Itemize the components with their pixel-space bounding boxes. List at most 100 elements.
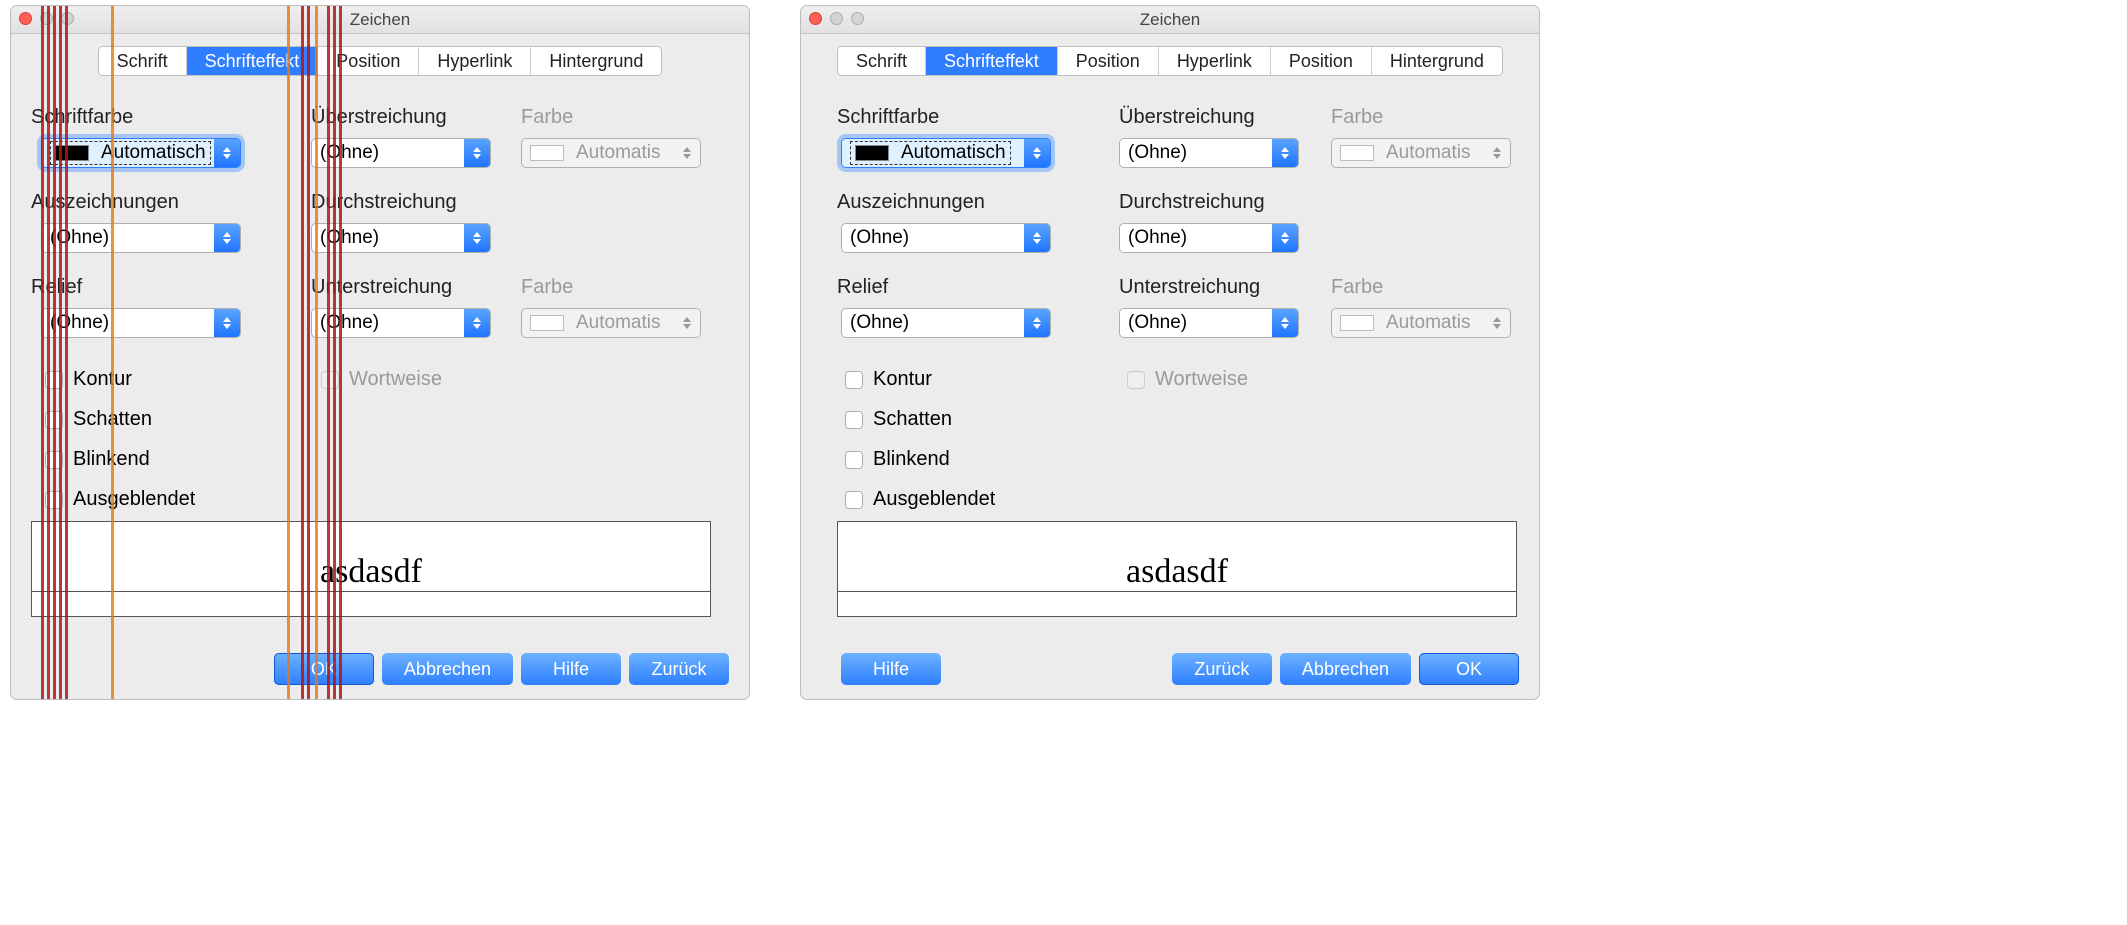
content: Schriftfarbe Automatisch Auszeichnungen … — [11, 76, 749, 687]
tab-schrift[interactable]: Schrift — [838, 47, 926, 75]
overlay-guide-line — [327, 6, 330, 699]
combo-strike[interactable]: (Ohne) — [1119, 223, 1299, 253]
checkbox-blinking[interactable]: Blinkend — [845, 448, 950, 471]
checkbox-shadow[interactable]: Schatten — [845, 408, 952, 431]
label-underline: Unterstreichung — [1119, 276, 1260, 299]
titlebar: Zeichen — [11, 6, 749, 34]
tab-hintergrund[interactable]: Hintergrund — [1372, 47, 1502, 75]
chevron-updown-icon — [1024, 139, 1050, 167]
chevron-updown-icon — [1484, 309, 1510, 337]
overlay-guide-line — [301, 6, 304, 699]
chevron-updown-icon — [464, 224, 490, 252]
cancel-button[interactable]: Abbrechen — [1280, 653, 1411, 685]
window-title: Zeichen — [801, 10, 1539, 30]
tab-strip: Schrift Schrifteffekt Position Hyperlink… — [11, 34, 749, 76]
zoom-icon[interactable] — [851, 12, 864, 25]
chevron-updown-icon — [1024, 309, 1050, 337]
overlay-guide-line — [307, 6, 310, 699]
overlay-guide-line — [59, 6, 62, 699]
tab-hyperlink[interactable]: Hyperlink — [1159, 47, 1271, 75]
cancel-button[interactable]: Abbrechen — [382, 653, 513, 685]
combo-value: Automatis — [576, 312, 660, 334]
chevron-updown-icon — [214, 139, 240, 167]
combo-fontcolor[interactable]: Automatisch — [41, 138, 241, 168]
checkbox-label: Ausgeblendet — [873, 488, 995, 511]
preview-text: asdasdf — [838, 553, 1516, 592]
label-relief: Relief — [837, 276, 888, 299]
chevron-updown-icon — [1272, 139, 1298, 167]
label-relief: Relief — [31, 276, 82, 299]
chevron-updown-icon — [674, 309, 700, 337]
traffic-lights — [809, 12, 864, 25]
close-icon[interactable] — [809, 12, 822, 25]
checkbox-label: Kontur — [873, 368, 932, 391]
checkbox-outline[interactable]: Kontur — [845, 368, 932, 391]
combo-strike[interactable]: (Ohne) — [311, 223, 491, 253]
overlay-guide-line — [315, 6, 318, 699]
chevron-updown-icon — [214, 224, 240, 252]
chevron-updown-icon — [464, 309, 490, 337]
combo-underline[interactable]: (Ohne) — [311, 308, 491, 338]
label-underline-color: Farbe — [1331, 276, 1383, 299]
reset-button[interactable]: Zurück — [629, 653, 729, 685]
reset-button[interactable]: Zurück — [1172, 653, 1272, 685]
combo-value: (Ohne) — [850, 312, 909, 334]
checkbox-icon — [845, 491, 863, 509]
minimize-icon[interactable] — [830, 12, 843, 25]
label-fontcolor: Schriftfarbe — [837, 106, 939, 129]
overlay-guide-line — [333, 6, 336, 699]
combo-fontcolor[interactable]: Automatisch — [841, 138, 1051, 168]
combo-value: (Ohne) — [850, 227, 909, 249]
tab-schrifteffekt[interactable]: Schrifteffekt — [187, 47, 319, 75]
overlay-guide-line — [287, 6, 290, 699]
chevron-updown-icon — [214, 309, 240, 337]
checkbox-label: Kontur — [73, 368, 132, 391]
chevron-updown-icon — [464, 139, 490, 167]
checkbox-label: Schatten — [873, 408, 952, 431]
dialog-right: Zeichen Schrift Schrifteffekt Position H… — [800, 5, 1540, 700]
color-swatch — [1340, 145, 1374, 161]
tab-position-2[interactable]: Position — [1271, 47, 1372, 75]
checkbox-icon — [321, 371, 339, 389]
checkbox-icon — [845, 411, 863, 429]
combo-value: Automatis — [1386, 312, 1470, 334]
overlay-guide-line — [47, 6, 50, 699]
combo-underline-color: Automatis — [1331, 308, 1511, 338]
checkbox-hidden[interactable]: Ausgeblendet — [845, 488, 995, 511]
titlebar: Zeichen — [801, 6, 1539, 34]
combo-overline-color: Automatis — [1331, 138, 1511, 168]
combo-emphasis[interactable]: (Ohne) — [41, 223, 241, 253]
close-icon[interactable] — [19, 12, 32, 25]
combo-emphasis[interactable]: (Ohne) — [841, 223, 1051, 253]
help-button[interactable]: Hilfe — [841, 653, 941, 685]
window-title: Zeichen — [11, 10, 749, 30]
color-swatch — [530, 145, 564, 161]
tab-strip: Schrift Schrifteffekt Position Hyperlink… — [801, 34, 1539, 76]
tab-schrifteffekt[interactable]: Schrifteffekt — [926, 47, 1058, 75]
chevron-updown-icon — [1272, 309, 1298, 337]
chevron-updown-icon — [1272, 224, 1298, 252]
combo-underline[interactable]: (Ohne) — [1119, 308, 1299, 338]
overlay-guide-line — [65, 6, 68, 699]
checkbox-wordonly: Wortweise — [1127, 368, 1248, 391]
checkbox-icon — [845, 451, 863, 469]
combo-value: Automatisch — [901, 142, 1006, 164]
combo-overline[interactable]: (Ohne) — [1119, 138, 1299, 168]
combo-value: Automatisch — [101, 142, 206, 164]
label-emphasis: Auszeichnungen — [837, 191, 985, 214]
combo-relief[interactable]: (Ohne) — [841, 308, 1051, 338]
preview-text: asdasdf — [32, 553, 710, 592]
checkbox-icon — [1127, 371, 1145, 389]
help-button[interactable]: Hilfe — [521, 653, 621, 685]
ok-button[interactable]: OK — [1419, 653, 1519, 685]
combo-relief[interactable]: (Ohne) — [41, 308, 241, 338]
label-overline: Überstreichung — [311, 106, 447, 129]
color-swatch — [1340, 315, 1374, 331]
combo-value: Automatis — [576, 142, 660, 164]
tab-hyperlink[interactable]: Hyperlink — [419, 47, 531, 75]
checkbox-label: Blinkend — [873, 448, 950, 471]
tab-hintergrund[interactable]: Hintergrund — [531, 47, 661, 75]
tab-position[interactable]: Position — [1058, 47, 1159, 75]
label-strike: Durchstreichung — [1119, 191, 1265, 214]
combo-overline[interactable]: (Ohne) — [311, 138, 491, 168]
